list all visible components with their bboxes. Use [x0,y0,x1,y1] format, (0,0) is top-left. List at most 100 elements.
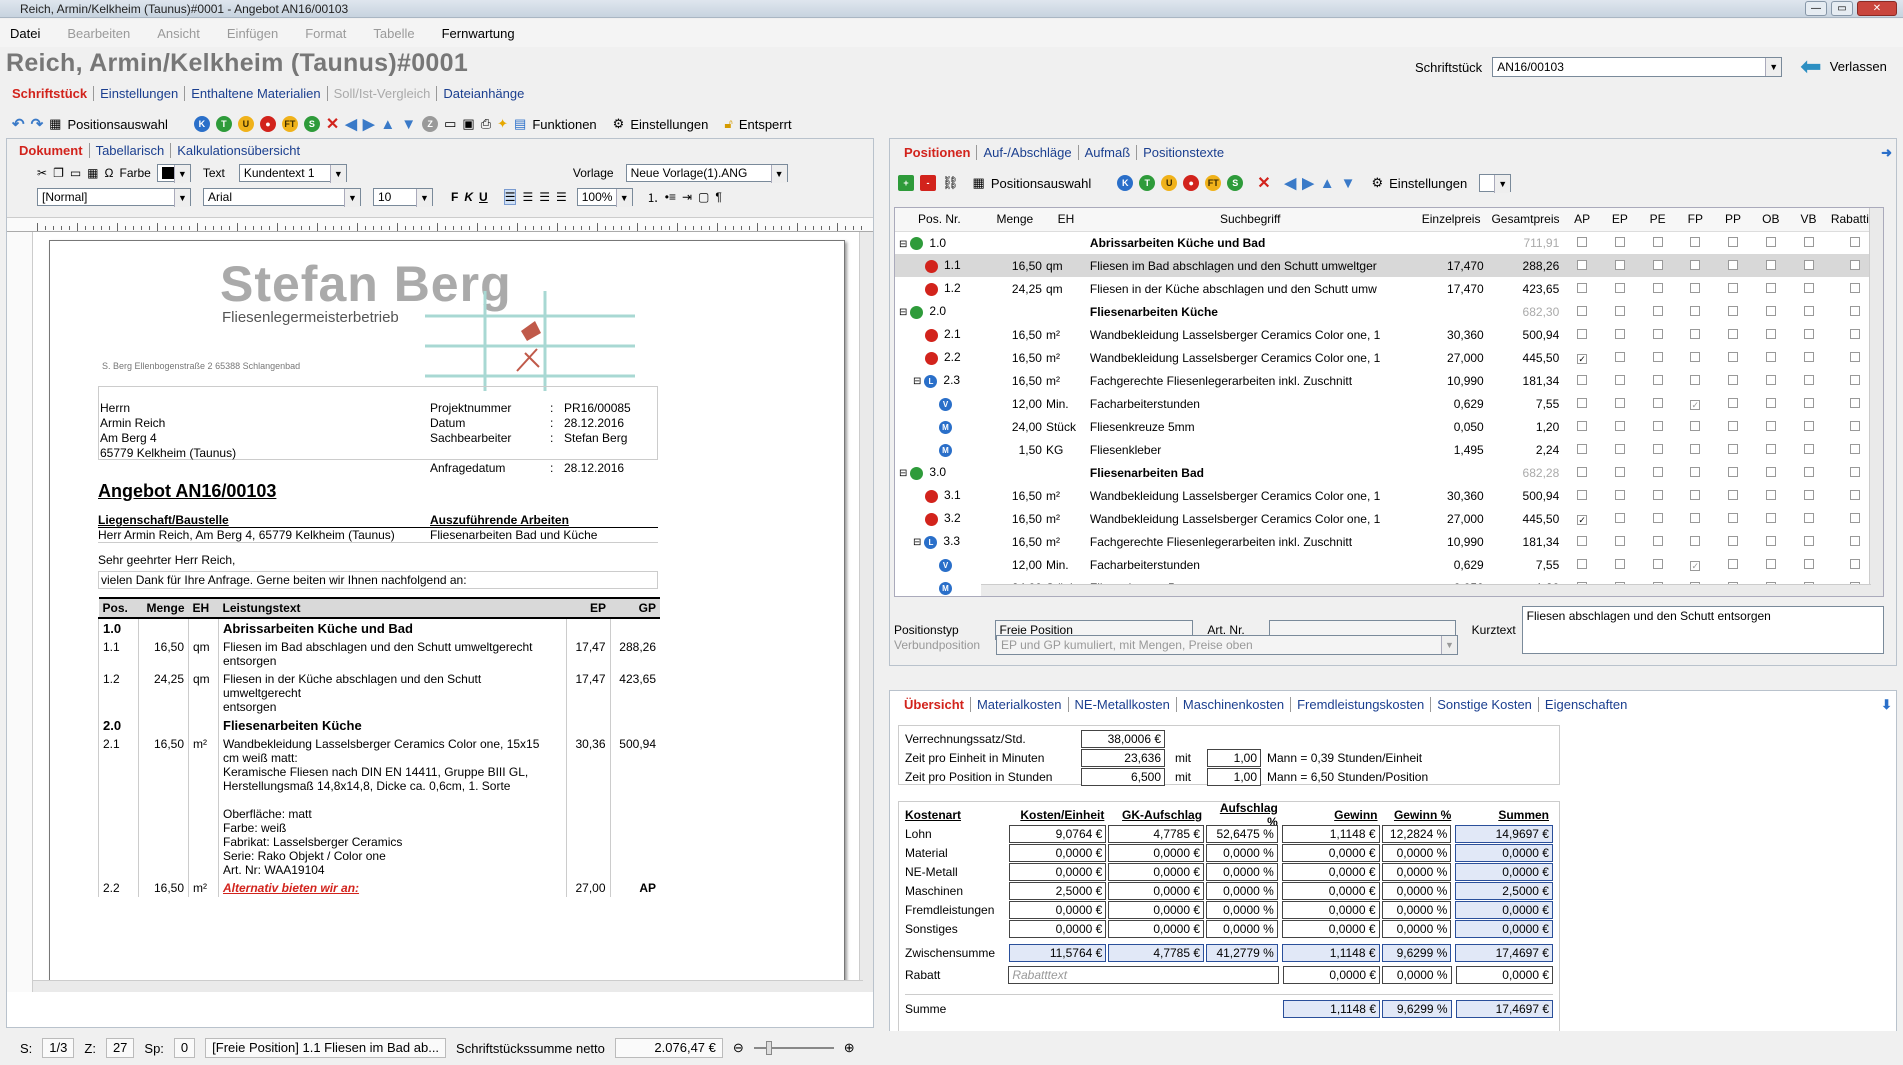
grid-row[interactable]: 3.1 16,50 m² Wandbekleidung Lasselsberger C… [895,484,1883,507]
grid-header-11[interactable]: OB [1751,208,1790,232]
grid-checkbox[interactable] [1614,397,1625,408]
omega-icon[interactable]: Ω [105,166,114,180]
grid-checkbox[interactable] [1765,236,1776,247]
tab-auf-abschlaege[interactable]: Auf-/Abschläge [977,145,1079,160]
zoom-slider[interactable] [753,1041,834,1055]
cost-cell[interactable]: 52,6475 % [1206,824,1278,843]
cost-cell[interactable]: 0,0000 % [1381,900,1452,919]
discount-amount-input[interactable]: 0,0000 € [1282,966,1381,984]
rate-input[interactable]: 38,0006 € [1081,729,1165,748]
grid-checkbox[interactable] [1614,236,1625,247]
cost-cell[interactable]: 0,0000 € [1281,843,1380,862]
grid-checkbox[interactable] [1614,535,1625,546]
align-left-icon[interactable]: ☰ [503,189,517,205]
grid-checkbox[interactable] [1728,328,1739,339]
grid-checkbox[interactable] [1728,489,1739,500]
collapse-icon[interactable]: ⊟ [913,376,921,387]
grid-checkbox[interactable] [1765,443,1776,454]
grid-checkbox[interactable] [1765,282,1776,293]
grid-checkbox[interactable]: ✓ [1577,353,1588,364]
grid-checkbox[interactable] [1577,489,1588,500]
grid-checkbox[interactable] [1803,259,1814,270]
ft-icon[interactable]: FT [1205,175,1222,191]
grid-checkbox[interactable] [1850,328,1861,339]
print-icon[interactable]: ⎙ [481,116,491,132]
bundle-field[interactable]: EP und GP kumuliert, mit Mengen, Preise … [996,635,1458,655]
grid-checkbox[interactable]: ✓ [1690,560,1701,571]
tab-sonstige-kosten[interactable]: Sonstige Kosten [1431,697,1539,712]
grid-checkbox[interactable] [1577,305,1588,316]
grid-row[interactable]: ⊟ L 3.3 16,50 m² Fachgerechte Fliesenlegerarb… [895,530,1883,553]
grid-header-0[interactable]: Pos. Nr. [895,208,984,232]
arrow-up-icon[interactable]: ▲ [1320,175,1335,192]
discount-percent-input[interactable]: 0,0000 % [1382,966,1452,984]
tab-tabellarisch[interactable]: Tabellarisch [90,143,172,158]
grid-checkbox[interactable] [1803,328,1814,339]
grid-checkbox[interactable] [1577,328,1588,339]
maximize-button[interactable]: ▭ [1831,1,1853,16]
grid-horizontal-scrollbar[interactable] [981,584,1871,596]
grid-checkbox[interactable] [1614,558,1625,569]
grid-checkbox[interactable] [1850,420,1861,431]
grid-checkbox[interactable] [1765,466,1776,477]
grid-row[interactable]: 1.2 24,25 qm Fliesen in der Küche abschlage… [895,277,1883,300]
grid-row[interactable]: ⊟ L 2.3 16,50 m² Fachgerechte Fliesenlegerarb… [895,369,1883,392]
settings-combo[interactable]: ▼ [1479,174,1512,193]
ft-icon[interactable]: FT [281,116,298,132]
grid-checkbox[interactable] [1728,374,1739,385]
text-template-combo[interactable]: Kundentext 1 ▼ [238,164,347,183]
grid-checkbox[interactable] [1728,420,1739,431]
grid-checkbox[interactable] [1614,420,1625,431]
grid-checkbox[interactable] [1803,466,1814,477]
grid-checkbox[interactable] [1577,397,1588,408]
grid-row[interactable]: M 24,00Stück Fliesenkreuze 5mm 0,050 1,20 [895,415,1883,438]
grid-checkbox[interactable] [1765,489,1776,500]
u-icon[interactable]: U [1161,175,1178,191]
italic-button[interactable]: K [464,190,473,204]
cost-cell[interactable]: 0,0000 % [1381,881,1452,900]
arrow-down-icon[interactable]: ▼ [1341,175,1356,192]
grid-checkbox[interactable] [1803,535,1814,546]
grid-header-5[interactable]: Gesamtpreis [1487,208,1564,232]
unit-men-input[interactable]: 1,00 [1207,748,1261,767]
grid-checkbox[interactable] [1765,328,1776,339]
grid-checkbox[interactable] [1614,282,1625,293]
cost-cell[interactable]: 0,0000 % [1206,843,1278,862]
grid-checkbox[interactable] [1850,512,1861,523]
arrow-right-icon[interactable]: ▶ [1302,174,1314,192]
cost-cell[interactable]: 2,5000 € [1008,881,1107,900]
pos-time-input[interactable]: 6,500 [1081,767,1165,786]
gear-icon[interactable]: ⚙ [613,116,625,132]
grid-checkbox[interactable] [1577,420,1588,431]
grid-header-8[interactable]: PE [1638,208,1677,232]
grid-checkbox[interactable] [1728,512,1739,523]
grid-checkbox[interactable] [1652,259,1663,270]
grid-checkbox[interactable] [1690,236,1701,247]
grid-row[interactable]: ⊟ 2.0 Fliesenarbeiten Küche 682,30 [895,300,1883,323]
chevron-down-icon[interactable]: ▼ [1765,58,1782,76]
image-insert-icon[interactable]: ▦ [87,166,98,180]
gear-icon[interactable]: ⚙ [1371,175,1383,191]
grid-header-12[interactable]: VB [1789,208,1828,232]
cost-cell[interactable]: 0,0000 € [1281,862,1380,881]
grid-checkbox[interactable] [1765,305,1776,316]
cost-cell[interactable]: 0,0000 % [1381,862,1452,881]
indent-icon[interactable]: ⇥ [682,190,692,204]
tab-materialkosten[interactable]: Materialkosten [971,697,1069,712]
arrow-right-icon[interactable]: ▶ [363,115,375,133]
tab-kalkulation[interactable]: Kalkulationsübersicht [171,143,306,158]
cost-cell[interactable]: 0,0000 € [1008,900,1107,919]
grid-checkbox[interactable] [1577,236,1588,247]
grid-checkbox[interactable] [1577,558,1588,569]
grid-checkbox[interactable] [1765,351,1776,362]
grid-checkbox[interactable] [1652,420,1663,431]
cost-cell[interactable]: 1,1148 € [1281,824,1380,843]
cost-cell[interactable]: 0,0000 € [1108,900,1205,919]
cost-cell[interactable]: 12,2824 % [1381,824,1452,843]
grid-checkbox[interactable] [1652,305,1663,316]
grid-header-6[interactable]: AP [1563,208,1601,232]
grid-checkbox[interactable] [1850,282,1861,293]
grid-checkbox[interactable] [1614,443,1625,454]
cost-cell[interactable]: 0,0000 € [1008,843,1107,862]
cost-cell[interactable]: 0,0000 € [1108,881,1205,900]
